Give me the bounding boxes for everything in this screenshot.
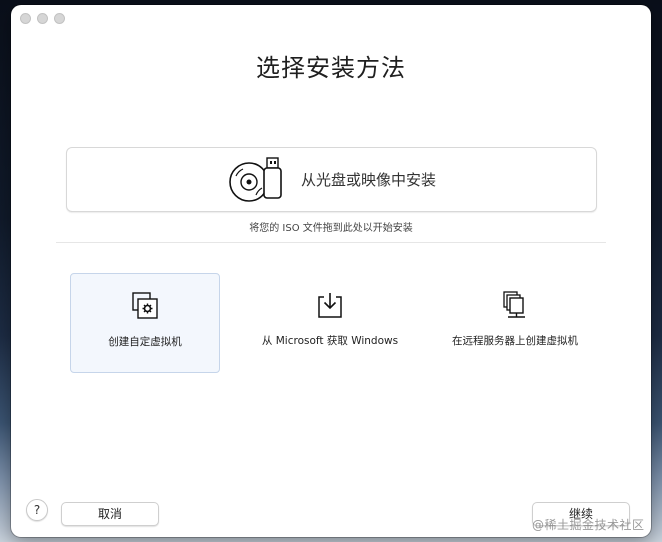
help-button[interactable]: ? <box>26 499 48 521</box>
close-window-button[interactable] <box>20 13 31 24</box>
cancel-button[interactable]: 取消 <box>61 502 159 526</box>
custom-vm-icon <box>132 292 158 319</box>
zoom-window-button[interactable] <box>54 13 65 24</box>
install-from-disc-drop-zone[interactable]: 从光盘或映像中安装 <box>66 147 597 212</box>
option-get-windows[interactable]: 从 Microsoft 获取 Windows <box>255 273 405 373</box>
drop-hint: 将您的 ISO 文件拖到此处以开始安装 <box>249 223 413 234</box>
drop-zone-label: 从光盘或映像中安装 <box>300 171 436 189</box>
minimize-window-button[interactable] <box>37 13 48 24</box>
download-icon <box>318 293 342 318</box>
option-create-custom-vm[interactable]: 创建自定虚拟机 <box>70 273 220 373</box>
install-options: 创建自定虚拟机 从 Microsoft 获取 Windows 在远程服务器上创建… <box>70 273 590 374</box>
disc-usb-icon <box>229 156 282 202</box>
page-title: 选择安装方法 <box>256 54 406 82</box>
option-label: 在远程服务器上创建虚拟机 <box>452 335 578 347</box>
option-label: 从 Microsoft 获取 Windows <box>261 335 399 347</box>
remote-server-icon <box>503 291 525 318</box>
installer-window: 选择安装方法 从光盘或映像中安装 将您的 ISO 文件拖到此处以开始安装 创建自… <box>11 5 651 537</box>
watermark: @稀土掘金技术社区 <box>532 518 645 532</box>
option-label: 创建自定虚拟机 <box>108 336 182 348</box>
window-controls <box>20 13 65 24</box>
option-remote-server-vm[interactable]: 在远程服务器上创建虚拟机 <box>440 273 590 373</box>
divider <box>56 242 606 243</box>
